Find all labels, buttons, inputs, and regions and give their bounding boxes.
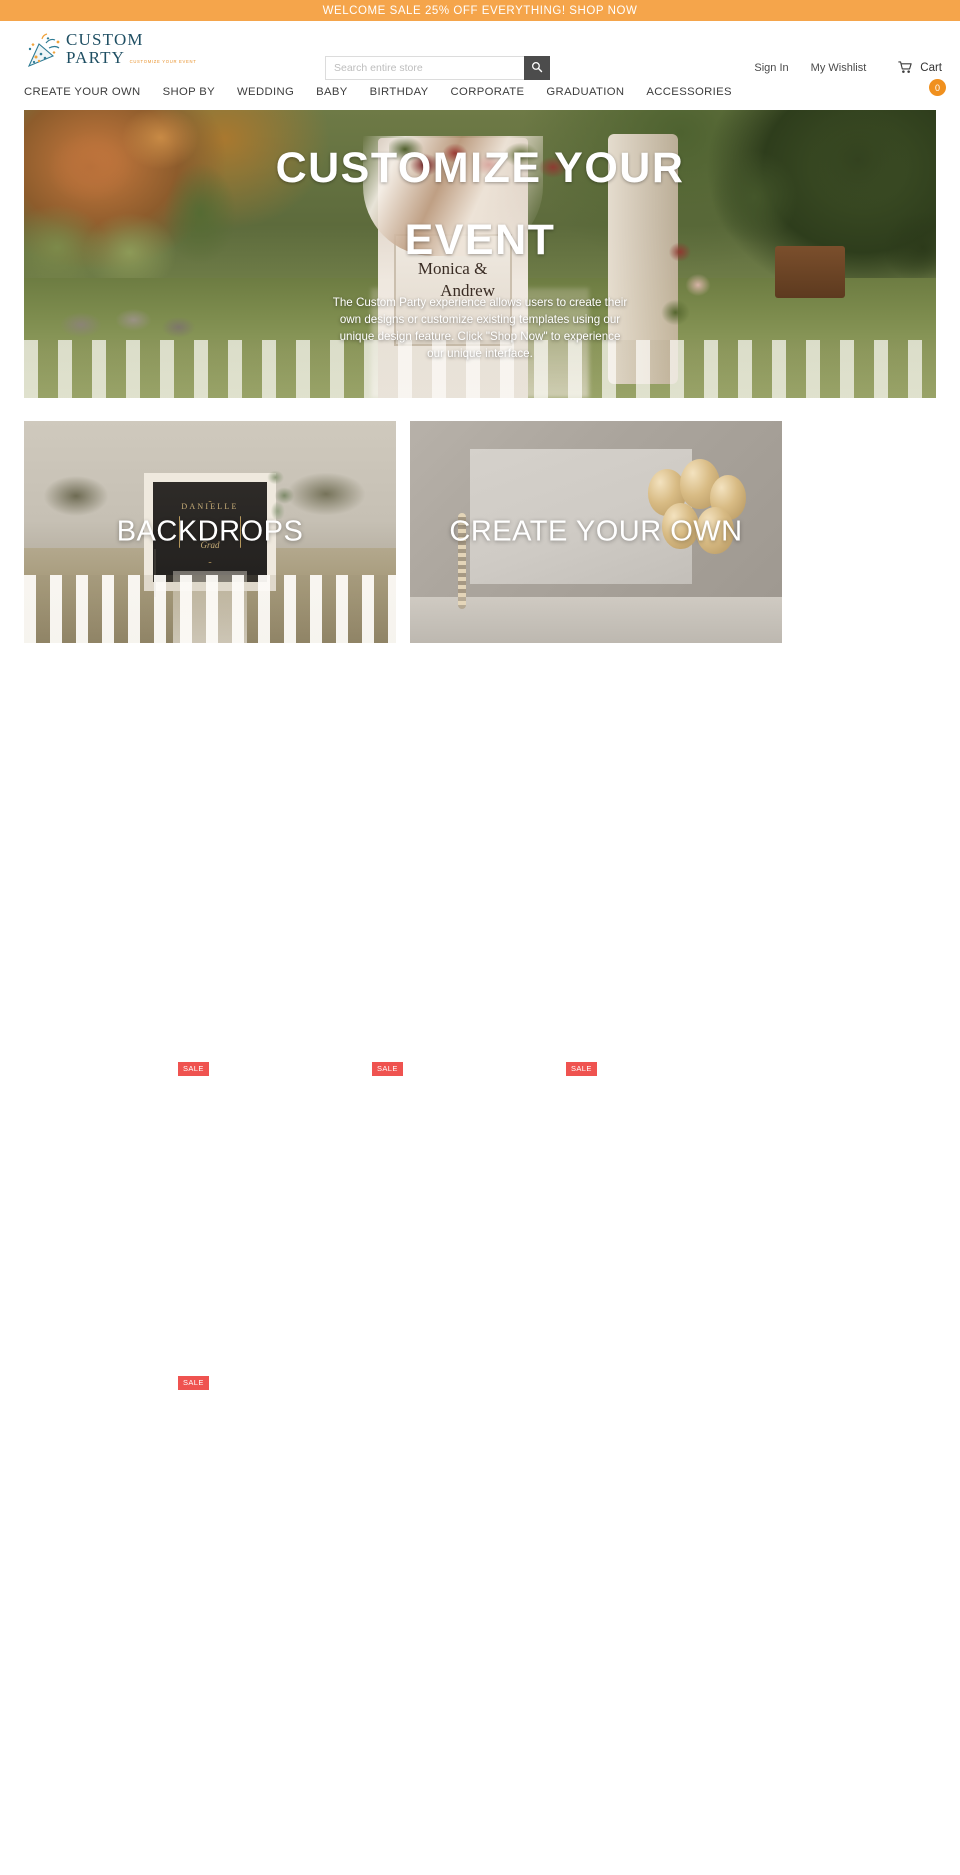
sale-badge: SALE [372,1062,403,1076]
promo-bar[interactable]: WELCOME SALE 25% OFF EVERYTHING! SHOP NO… [0,0,960,21]
search-input[interactable] [325,56,524,80]
sign-in-link[interactable]: Sign In [754,62,788,74]
logo-line-2: PARTY [66,48,126,67]
nav-item-corporate[interactable]: CORPORATE [451,86,525,98]
hero-title: CUSTOMIZE YOUR EVENT [275,144,685,264]
search-button[interactable] [524,56,550,80]
nav-item-graduation[interactable]: GRADUATION [546,86,624,98]
sale-badge: SALE [566,1062,597,1076]
logo-line-1: CUSTOM [66,30,144,49]
category-card-create-your-own-label: CREATE YOUR OWN [449,515,743,548]
cart-count-badge: 0 [929,79,946,96]
nav-item-birthday[interactable]: BIRTHDAY [370,86,429,98]
search-form [325,56,550,80]
category-cards: DANIELLE Grad BACKDROPS CREATE YOUR OWN [24,421,936,643]
header-links: Sign In My Wishlist Cart 0 [732,61,946,96]
site-header: CUSTOM PARTY CUSTOMIZE YOUR EVENT Sign I… [0,21,960,96]
hero-content: CUSTOMIZE YOUR EVENT The Custom Party ex… [24,110,936,362]
sale-badge: SALE [178,1376,209,1390]
promo-text: WELCOME SALE 25% OFF EVERYTHING! SHOP NO… [322,4,638,17]
backdrop-art-name: DANIELLE [181,502,239,511]
party-popper-icon [24,31,64,71]
logo-tagline: CUSTOMIZE YOUR EVENT [129,59,197,64]
logo-text: CUSTOM PARTY CUSTOMIZE YOUR EVENT [66,29,197,68]
hero-paragraph: The Custom Party experience allows users… [332,296,628,360]
nav-item-accessories[interactable]: ACCESSORIES [646,86,731,98]
main-navigation: CREATE YOUR OWN SHOP BY WEDDING BABY BIR… [0,78,960,106]
category-card-backdrops-label: BACKDROPS [116,515,304,548]
hero-banner[interactable]: Monica & Andrew CUSTOMIZE YOUR EVENT The… [24,110,936,398]
category-card-backdrops[interactable]: DANIELLE Grad BACKDROPS [24,421,396,643]
nav-item-shop-by[interactable]: SHOP BY [163,86,215,98]
cart-button[interactable]: Cart 0 [898,61,946,96]
cart-label: Cart [920,61,942,74]
product-grid: SALE SALE SALE SALE [0,647,960,1867]
site-logo[interactable]: CUSTOM PARTY CUSTOMIZE YOUR EVENT [24,29,234,71]
nav-item-create-your-own[interactable]: CREATE YOUR OWN [24,86,141,98]
search-icon [531,61,543,76]
nav-item-wedding[interactable]: WEDDING [237,86,294,98]
sale-badge: SALE [178,1062,209,1076]
my-wishlist-link[interactable]: My Wishlist [811,62,867,74]
nav-item-baby[interactable]: BABY [316,86,348,98]
cart-icon [898,61,913,74]
category-card-create-your-own[interactable]: CREATE YOUR OWN [410,421,782,643]
